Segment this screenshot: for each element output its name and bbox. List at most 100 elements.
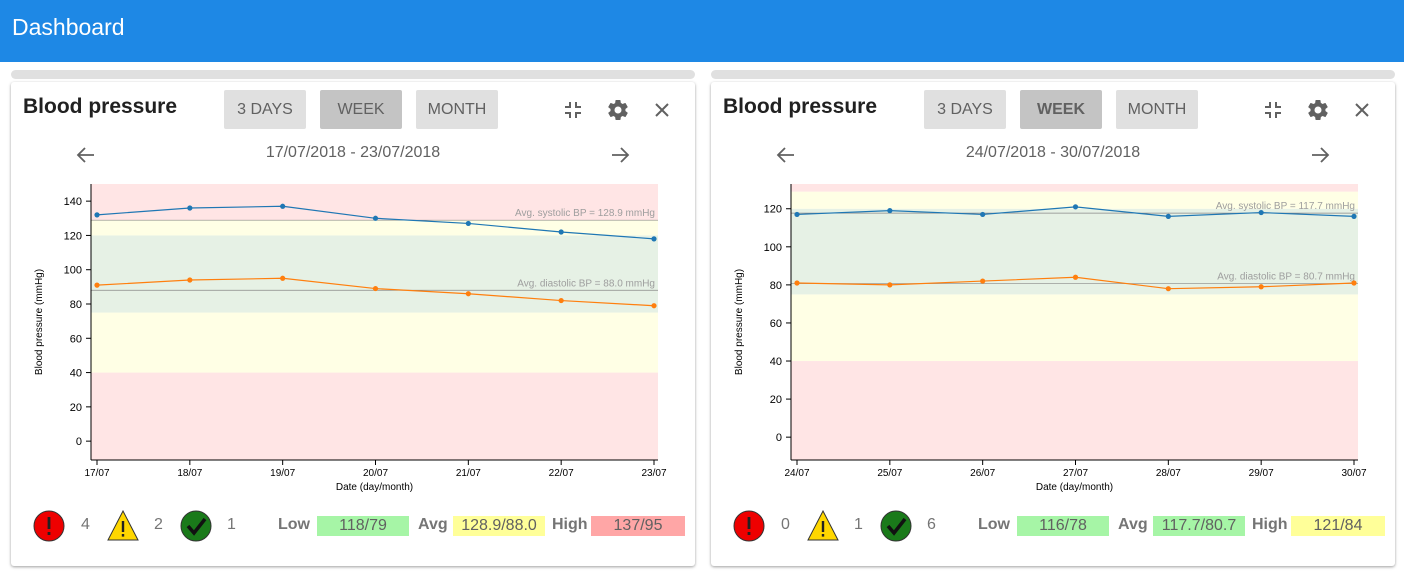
- date-range-label: 24/07/2018 - 30/07/2018: [965, 144, 1141, 161]
- blood-pressure-panel: Blood pressure 3 DAYS WEEK MONTH 24/07/2…: [711, 82, 1395, 566]
- warning-count: 2: [154, 516, 163, 533]
- high-value: 121/84: [1291, 516, 1385, 536]
- avg-value: 117.7/80.7: [1153, 516, 1245, 536]
- data-point: [94, 282, 100, 288]
- ok-count: 1: [227, 516, 236, 533]
- x-tick-label: 30/07: [1341, 468, 1366, 479]
- warning-icon: [807, 510, 839, 541]
- data-point: [1258, 209, 1264, 216]
- blood-pressure-chart: Avg. systolic BP = 128.9 mmHg Avg. diasto…: [34, 184, 667, 493]
- low-value: 118/79: [317, 516, 409, 536]
- x-tick-label: 17/07: [84, 468, 109, 479]
- collapse-button[interactable]: [560, 97, 586, 123]
- alert-count: 4: [81, 516, 90, 533]
- next-week-button[interactable]: [609, 144, 631, 166]
- panel-title: Blood pressure: [23, 95, 178, 118]
- check-icon: [180, 510, 212, 542]
- next-week-button[interactable]: [1309, 144, 1331, 166]
- range-month-button[interactable]: MONTH: [1116, 90, 1198, 129]
- data-point: [94, 212, 100, 218]
- x-tick-label: 26/07: [970, 468, 995, 479]
- close-icon: [1355, 103, 1369, 117]
- collapse-icon: [1265, 102, 1281, 118]
- y-tick-label: 20: [770, 394, 782, 406]
- close-button[interactable]: [1349, 97, 1375, 123]
- range-band: [91, 312, 658, 373]
- blood-pressure-chart: Avg. systolic BP = 117.7 mmHg Avg. diasto…: [734, 184, 1367, 493]
- date-range-label: 17/07/2018 - 23/07/2018: [265, 144, 441, 161]
- data-point: [1258, 284, 1264, 290]
- x-tick-label: 29/07: [1249, 468, 1274, 479]
- settings-button[interactable]: [605, 97, 631, 123]
- x-tick-label: 24/07: [784, 468, 809, 479]
- x-tick-label: 19/07: [270, 468, 295, 479]
- panel-title: Blood pressure: [723, 95, 878, 118]
- warning-icon: [107, 510, 139, 541]
- data-point: [1165, 286, 1171, 292]
- data-point: [1165, 213, 1171, 219]
- data-point: [1072, 204, 1079, 210]
- data-point: [372, 215, 379, 221]
- y-axis-title: Blood pressure (mmHg): [34, 269, 45, 375]
- average-label: Avg. systolic BP = 117.7 mmHg: [1216, 201, 1355, 212]
- gear-icon: [1308, 100, 1328, 121]
- x-tick-label: 22/07: [549, 468, 574, 479]
- y-tick-label: 0: [76, 436, 82, 448]
- data-point: [465, 220, 471, 227]
- range-week-button[interactable]: WEEK: [320, 90, 402, 129]
- range-month-button[interactable]: MONTH: [416, 90, 498, 129]
- data-point: [465, 291, 471, 297]
- x-tick-label: 21/07: [456, 468, 481, 479]
- y-tick-label: 40: [70, 368, 82, 380]
- data-point: [980, 211, 986, 218]
- close-icon: [655, 103, 669, 117]
- stats-footer: 4 2 1 Low 118/79 Avg 128.9/88.0 High 137…: [11, 506, 695, 546]
- arrow-right-icon: [612, 147, 630, 163]
- y-tick-label: 80: [770, 280, 782, 292]
- low-label: Low: [278, 516, 310, 533]
- average-label: Avg. diastolic BP = 88.0 mmHg: [517, 278, 655, 289]
- range-band: [91, 372, 658, 460]
- data-point: [1072, 274, 1079, 280]
- blood-pressure-panel: Blood pressure 3 DAYS WEEK MONTH 17/07/2…: [11, 82, 695, 566]
- data-point: [794, 280, 800, 286]
- average-label: Avg. diastolic BP = 80.7 mmHg: [1217, 272, 1355, 283]
- app-title: Dashboard: [12, 14, 125, 40]
- drag-handle[interactable]: [711, 70, 1395, 79]
- settings-button[interactable]: [1305, 97, 1331, 123]
- data-point: [372, 285, 379, 292]
- x-tick-label: 18/07: [177, 468, 202, 479]
- stats-footer: 0 1 6 Low 116/78 Avg 117.7/80.7 High 121…: [711, 506, 1395, 546]
- y-tick-label: 80: [70, 299, 82, 311]
- alert-icon: [733, 510, 765, 542]
- data-point: [280, 275, 286, 281]
- data-point: [887, 282, 893, 288]
- drag-handle[interactable]: [11, 70, 695, 79]
- avg-label: Avg: [418, 516, 448, 533]
- high-label: High: [1252, 516, 1288, 533]
- x-axis-title: Date (day/month): [1036, 482, 1113, 493]
- data-point: [187, 277, 193, 283]
- high-value: 137/95: [591, 516, 685, 536]
- range-3-days-button[interactable]: 3 DAYS: [924, 90, 1006, 129]
- arrow-right-icon: [1312, 147, 1330, 163]
- y-tick-label: 100: [764, 242, 782, 254]
- check-icon: [880, 510, 912, 542]
- close-button[interactable]: [649, 97, 675, 123]
- data-point: [651, 236, 657, 242]
- low-value: 116/78: [1017, 516, 1109, 536]
- range-3-days-button[interactable]: 3 DAYS: [224, 90, 306, 129]
- alert-icon: [33, 510, 65, 542]
- range-week-button[interactable]: WEEK: [1020, 90, 1102, 129]
- collapse-button[interactable]: [1260, 97, 1286, 123]
- alert-count: 0: [781, 516, 790, 533]
- x-tick-label: 28/07: [1156, 468, 1181, 479]
- average-label: Avg. systolic BP = 128.9 mmHg: [515, 208, 655, 219]
- gear-icon: [608, 100, 628, 121]
- y-tick-label: 120: [764, 204, 782, 216]
- data-point: [1351, 280, 1357, 286]
- data-point: [187, 205, 193, 211]
- data-point: [980, 278, 986, 284]
- x-axis-title: Date (day/month): [336, 482, 413, 493]
- x-tick-label: 23/07: [641, 468, 666, 479]
